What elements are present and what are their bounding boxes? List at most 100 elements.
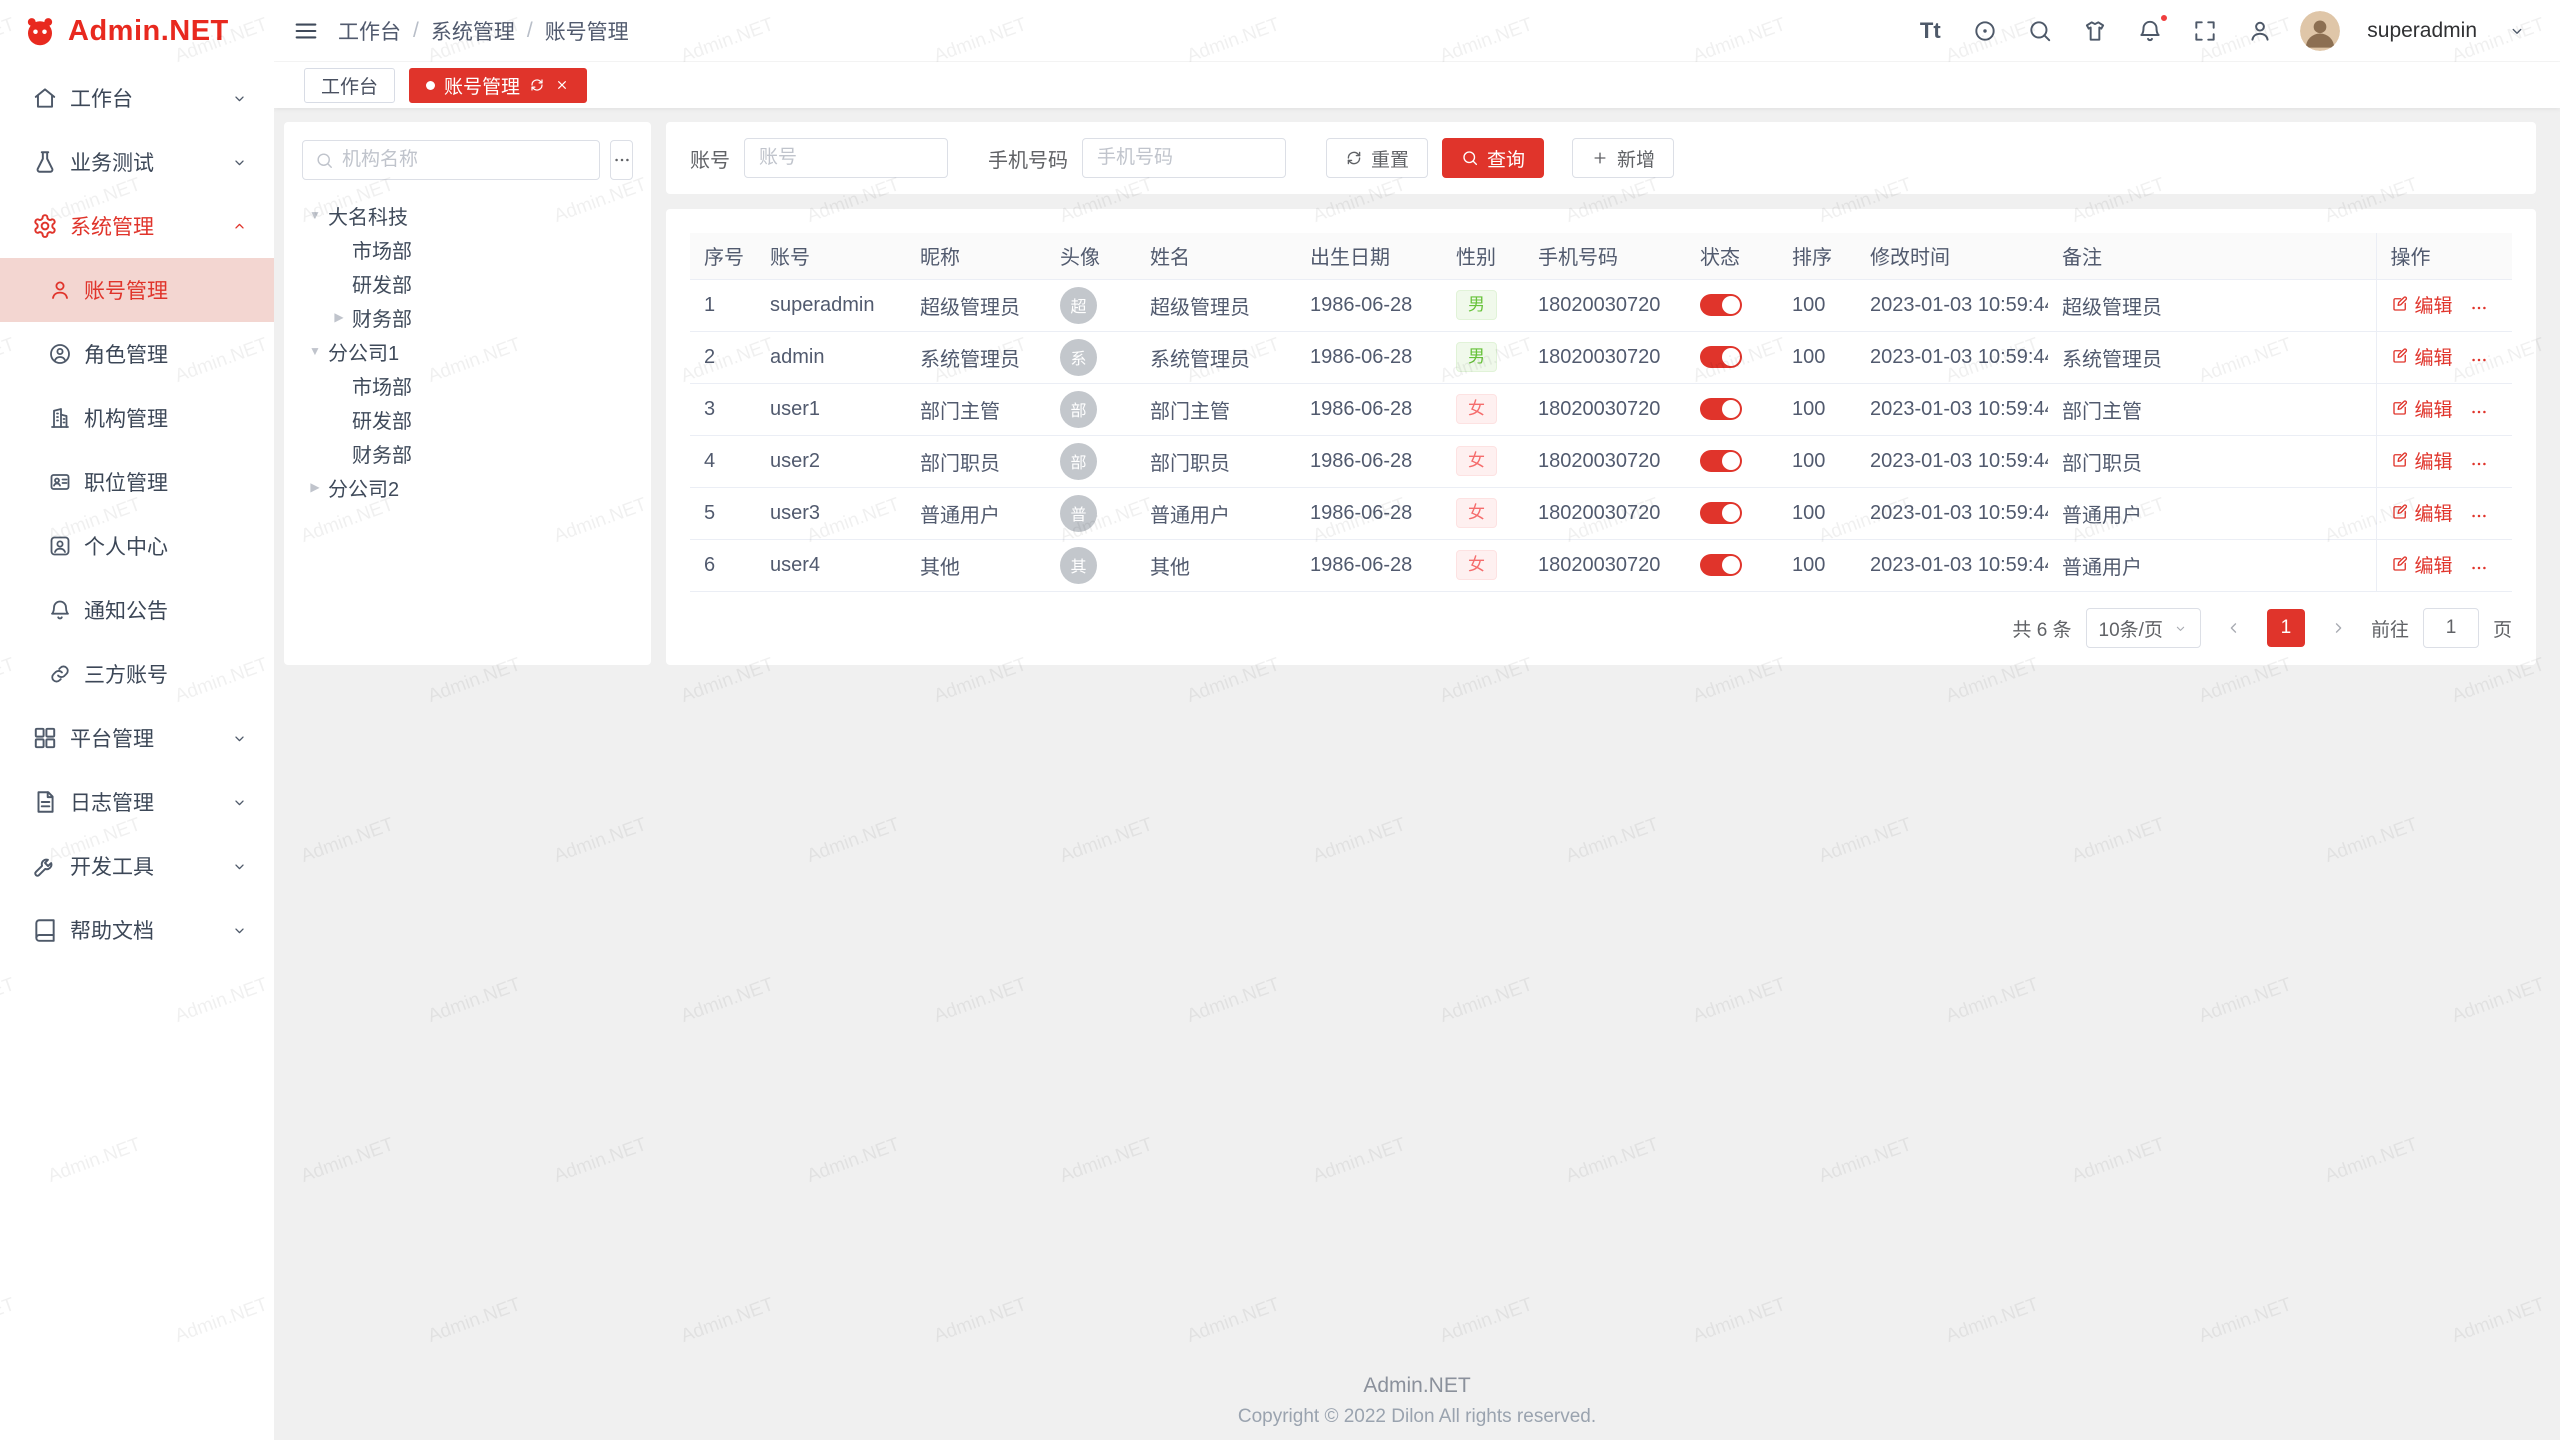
table-row: 1superadmin超级管理员超超级管理员1986-06-28男1802003… (690, 279, 2512, 331)
cell-sort: 100 (1778, 279, 1856, 331)
book-icon (32, 917, 58, 943)
more-icon (2469, 298, 2489, 318)
menu-collapse-icon[interactable] (292, 17, 320, 45)
status-toggle[interactable] (1700, 346, 1742, 368)
logo[interactable]: Admin.NET (0, 0, 274, 62)
edit-label: 编辑 (2415, 447, 2453, 474)
link-icon (48, 662, 72, 686)
tree-caret-icon[interactable]: ▼ (302, 344, 328, 358)
tree-node[interactable]: ▶财务部 (302, 300, 633, 334)
username[interactable]: superadmin (2367, 19, 2477, 43)
tree-node[interactable]: ▼大名科技 (302, 198, 633, 232)
edit-icon (2391, 399, 2409, 417)
cell-account: user3 (756, 487, 906, 539)
more-actions-button[interactable] (2469, 402, 2489, 422)
component-size-icon[interactable] (1970, 16, 2000, 46)
status-toggle[interactable] (1700, 294, 1742, 316)
cell-name: 普通用户 (1136, 487, 1296, 539)
cell-remark: 普通用户 (2048, 539, 2376, 591)
sidebar-subitem-2-1[interactable]: 角色管理 (0, 322, 274, 386)
edit-button[interactable]: 编辑 (2391, 551, 2453, 578)
fullscreen-icon[interactable] (2190, 16, 2220, 46)
sidebar-item-1[interactable]: 业务测试 (0, 130, 274, 194)
sidebar-subitem-2-6[interactable]: 三方账号 (0, 642, 274, 706)
more-actions-button[interactable] (2469, 506, 2489, 526)
tree-node[interactable]: ▼分公司1 (302, 334, 633, 368)
search-button[interactable]: 查询 (1442, 138, 1544, 178)
profile-shortcut-icon[interactable] (2245, 16, 2275, 46)
org-search-input[interactable] (342, 149, 587, 171)
tabs-bar: 工作台账号管理 (274, 62, 2560, 108)
more-actions-button[interactable] (2469, 298, 2489, 318)
edit-button[interactable]: 编辑 (2391, 447, 2453, 474)
tree-node[interactable]: ▶分公司2 (302, 470, 633, 504)
sidebar-subitem-2-5[interactable]: 通知公告 (0, 578, 274, 642)
next-page-button[interactable] (2319, 609, 2357, 647)
reset-button[interactable]: 重置 (1326, 138, 1428, 178)
theme-icon[interactable] (2080, 16, 2110, 46)
cell-sort: 100 (1778, 539, 1856, 591)
edit-button[interactable]: 编辑 (2391, 499, 2453, 526)
tree-node[interactable]: ▶研发部 (302, 266, 633, 300)
prev-page-button[interactable] (2215, 609, 2253, 647)
user-menu-chevron-icon[interactable] (2502, 16, 2532, 46)
sidebar-subitem-2-4[interactable]: 个人中心 (0, 514, 274, 578)
gender-tag: 女 (1456, 446, 1497, 476)
account-input[interactable] (744, 138, 948, 178)
edit-button[interactable]: 编辑 (2391, 291, 2453, 318)
status-toggle[interactable] (1700, 554, 1742, 576)
cell-account: user4 (756, 539, 906, 591)
tree-caret-icon[interactable]: ▶ (302, 480, 328, 494)
more-icon (2469, 454, 2489, 474)
phone-input[interactable] (1082, 138, 1286, 178)
add-button[interactable]: 新增 (1572, 138, 1674, 178)
breadcrumb-separator: / (413, 19, 419, 43)
tab-0[interactable]: 工作台 (304, 68, 395, 103)
page-size-select[interactable]: 10条/页 (2086, 608, 2201, 648)
tree-node-label: 财务部 (352, 303, 412, 332)
current-page-button[interactable]: 1 (2267, 609, 2305, 647)
sidebar-subitem-2-3[interactable]: 职位管理 (0, 450, 274, 514)
breadcrumb-item[interactable]: 工作台 (338, 16, 401, 46)
goto-page-input[interactable] (2423, 608, 2479, 648)
sidebar-item-0[interactable]: 工作台 (0, 66, 274, 130)
role-icon (48, 342, 72, 366)
tree-caret-icon[interactable]: ▼ (302, 208, 328, 222)
sidebar-item-3[interactable]: 平台管理 (0, 706, 274, 770)
user-avatar[interactable] (2300, 11, 2340, 51)
font-size-icon[interactable]: Tt (1915, 16, 1945, 46)
breadcrumb-item[interactable]: 账号管理 (545, 16, 629, 46)
more-actions-button[interactable] (2469, 350, 2489, 370)
profile-icon (48, 534, 72, 558)
row-avatar: 普 (1060, 495, 1097, 532)
breadcrumb-item[interactable]: 系统管理 (431, 16, 515, 46)
cell-remark: 部门职员 (2048, 435, 2376, 487)
sidebar-item-5[interactable]: 开发工具 (0, 834, 274, 898)
tree-node[interactable]: ▶市场部 (302, 232, 633, 266)
status-toggle[interactable] (1700, 502, 1742, 524)
tab-1[interactable]: 账号管理 (409, 68, 587, 103)
status-toggle[interactable] (1700, 398, 1742, 420)
row-avatar: 其 (1060, 547, 1097, 584)
search-icon[interactable] (2025, 16, 2055, 46)
tree-caret-icon[interactable]: ▶ (326, 310, 352, 324)
gender-tag: 男 (1456, 342, 1497, 372)
tree-node[interactable]: ▶研发部 (302, 402, 633, 436)
sidebar-subitem-2-2[interactable]: 机构管理 (0, 386, 274, 450)
cell-name: 部门职员 (1136, 435, 1296, 487)
tree-node[interactable]: ▶财务部 (302, 436, 633, 470)
edit-button[interactable]: 编辑 (2391, 343, 2453, 370)
sidebar-item-4[interactable]: 日志管理 (0, 770, 274, 834)
tree-node[interactable]: ▶市场部 (302, 368, 633, 402)
sidebar-item-6[interactable]: 帮助文档 (0, 898, 274, 962)
cell-birthday: 1986-06-28 (1296, 279, 1442, 331)
topbar-actions: Tt superadmin (1915, 11, 2532, 51)
status-toggle[interactable] (1700, 450, 1742, 472)
more-actions-button[interactable] (2469, 454, 2489, 474)
notification-icon[interactable] (2135, 16, 2165, 46)
edit-button[interactable]: 编辑 (2391, 395, 2453, 422)
more-actions-button[interactable] (2469, 558, 2489, 578)
sidebar-item-2[interactable]: 系统管理 (0, 194, 274, 258)
sidebar-subitem-2-0[interactable]: 账号管理 (0, 258, 274, 322)
org-more-button[interactable] (610, 140, 633, 180)
